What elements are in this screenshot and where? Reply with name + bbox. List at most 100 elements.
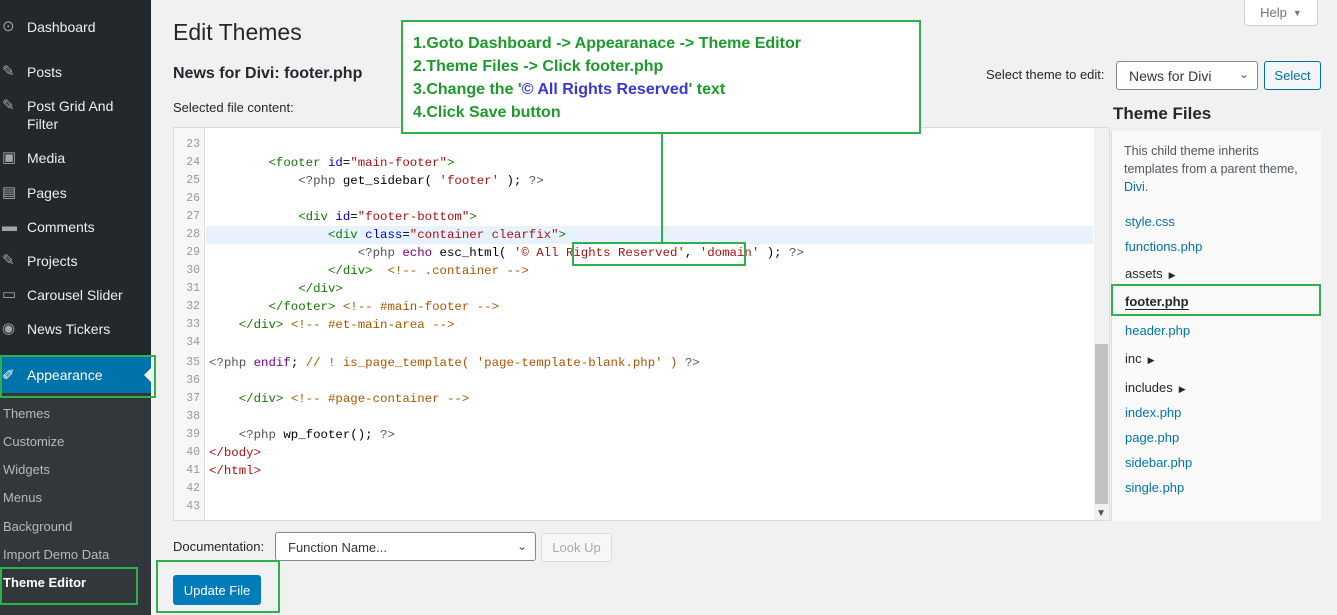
help-button[interactable]: Help ▼ [1244,0,1318,26]
line-number: 33 [186,318,200,331]
step-3-highlight: © All Rights Reserved [521,81,689,98]
sidebar-item-post-grid-and-filter[interactable]: ✎ Post Grid And Filter [0,97,151,133]
folder-label: inc [1125,351,1142,366]
slider-icon: ▭ [2,286,17,303]
lookup-button[interactable]: Look Up [541,533,612,562]
documentation-select[interactable]: Function Name... ⌄ [275,532,536,561]
file-title: News for Divi: footer.php [173,65,363,82]
select-theme-label: Select theme to edit: [986,67,1105,82]
sidebar-item-news-tickers[interactable]: ◉ News Tickers [0,320,151,338]
sidebar-item-media[interactable]: ▣ Media [0,149,151,167]
line-number: 26 [186,192,200,205]
line-number-gutter: 23 24 25 26 27 28 29 30 31 32 33 34 35 36 37 38 39 40 41 42… [174,128,205,520]
line-number: 28 [186,228,200,241]
page-title: Edit Themes [173,19,302,45]
instruction-step-4: 4.Click Save button [413,104,561,121]
code-line[interactable]: </div> <!-- .container --> [209,262,529,280]
code-line[interactable]: </html> [209,462,261,480]
code-line[interactable]: </footer> <!-- #main-footer --> [209,298,500,316]
file-link[interactable]: header.php [1125,323,1190,339]
file-link[interactable]: index.php [1125,405,1181,421]
code-line[interactable]: <footer id="main-footer"> [209,154,455,172]
help-label: Help [1260,5,1287,20]
highlight-appearance-box [0,355,156,398]
instruction-step-3: 3.Change the '© All Rights Reserved' tex… [413,78,909,101]
code-line[interactable]: <div class="container clearfix"> [209,226,566,244]
step-3-suffix: ' text [688,81,726,98]
sidebar-item-label: Comments [27,219,95,235]
scroll-thumb[interactable] [1095,344,1108,504]
file-link[interactable]: page.php [1125,430,1179,446]
theme-select-value: News for Divi [1129,68,1212,84]
code-line[interactable]: </body> [209,444,261,462]
media-icon: ▣ [2,149,17,166]
line-number: 31 [186,282,200,295]
file-link[interactable]: sidebar.php [1125,455,1192,471]
sidebar-item-label: Pages [27,185,67,201]
pin-icon: ✎ [2,252,15,269]
theme-select[interactable]: News for Divi ⌄ [1116,61,1258,90]
line-number: 29 [186,246,200,259]
sidebar-item-posts[interactable]: ✎ Posts [0,63,151,81]
caret-right-icon: ▶ [1147,355,1155,365]
file-link[interactable]: functions.php [1125,239,1202,255]
line-number: 42 [186,482,200,495]
sidebar-item-label: Projects [27,253,78,269]
select-theme-button[interactable]: Select [1264,61,1321,90]
description-suffix: . [1144,180,1149,194]
pages-icon: ▤ [2,184,17,201]
chevron-down-icon: ⌄ [1238,67,1249,81]
code-line[interactable]: </div> [209,280,343,298]
line-number: 34 [186,336,200,349]
file-label: index.php [1125,405,1182,420]
line-number: 40 [186,446,200,459]
file-label: single.php [1125,480,1185,495]
documentation-label: Documentation: [173,539,265,554]
code-line[interactable]: <?php get_sidebar( 'footer' ); ?> [209,172,543,190]
sidebar-item-dashboard[interactable]: ⊙ Dashboard [0,18,151,36]
code-line[interactable]: <div id="footer-bottom"> [209,208,476,226]
file-link[interactable]: style.css [1125,214,1175,230]
editor-scrollbar[interactable]: ▼ [1094,128,1109,520]
submenu-item-customize[interactable]: Customize [3,434,64,450]
scroll-down-arrow-icon[interactable]: ▼ [1096,508,1106,519]
submenu-item-background[interactable]: Background [3,519,72,535]
sidebar-item-pages[interactable]: ▤ Pages [0,184,151,202]
code-line[interactable]: <?php wp_footer(); ?> [209,426,395,444]
line-number: 35 [186,356,200,369]
code-editor[interactable]: 23 24 25 26 27 28 29 30 31 32 33 34 35 36 37 38 39 40 41 42… [173,127,1110,521]
sidebar-item-comments[interactable]: ▬ Comments [0,218,151,236]
submenu-item-menus[interactable]: Menus [3,490,42,506]
sidebar-item-label: Carousel Slider [27,287,123,303]
line-number: 39 [186,428,200,441]
file-link[interactable]: single.php [1125,480,1184,496]
submenu-item-import-demo-data[interactable]: Import Demo Data [3,547,109,563]
folder-item[interactable]: includes ▶ [1125,380,1186,397]
dashboard-icon: ⊙ [2,18,15,35]
chevron-down-icon: ⌄ [516,539,527,553]
sidebar-item-projects[interactable]: ✎ Projects [0,252,151,270]
line-number: 25 [186,174,200,187]
file-label: sidebar.php [1125,455,1193,470]
line-number: 24 [186,156,200,169]
code-line[interactable]: </div> <!-- #page-container --> [209,390,470,408]
admin-sidebar: ⊙ Dashboard ✎ Posts ✎ Post Grid And Filter ▣ Me… [0,0,152,615]
sidebar-item-carousel-slider[interactable]: ▭ Carousel Slider [0,286,151,304]
theme-files-panel: This child theme inherits templates from… [1111,131,1321,521]
submenu-item-widgets[interactable]: Widgets [3,462,50,478]
folder-label: includes [1125,380,1173,395]
sidebar-item-label: Media [27,150,66,166]
code-line[interactable]: </div> <!-- #et-main-area --> [209,316,455,334]
theme-files-title: Theme Files [1113,104,1212,123]
highlight-theme-editor-box [0,567,138,605]
parent-theme-link[interactable]: Divi [1124,180,1145,194]
callout-connector-line [661,134,663,242]
folder-item[interactable]: inc ▶ [1125,351,1155,368]
sidebar-item-label: Posts [27,64,63,80]
selected-file-label: Selected file content: [173,100,294,115]
code-line[interactable]: <?php endif; // ! is_page_template( 'pag… [209,354,700,372]
submenu-item-themes[interactable]: Themes [3,406,50,422]
sidebar-item-label: News Tickers [27,321,111,337]
folder-item[interactable]: assets ▶ [1125,266,1176,283]
line-number: 37 [186,392,200,405]
